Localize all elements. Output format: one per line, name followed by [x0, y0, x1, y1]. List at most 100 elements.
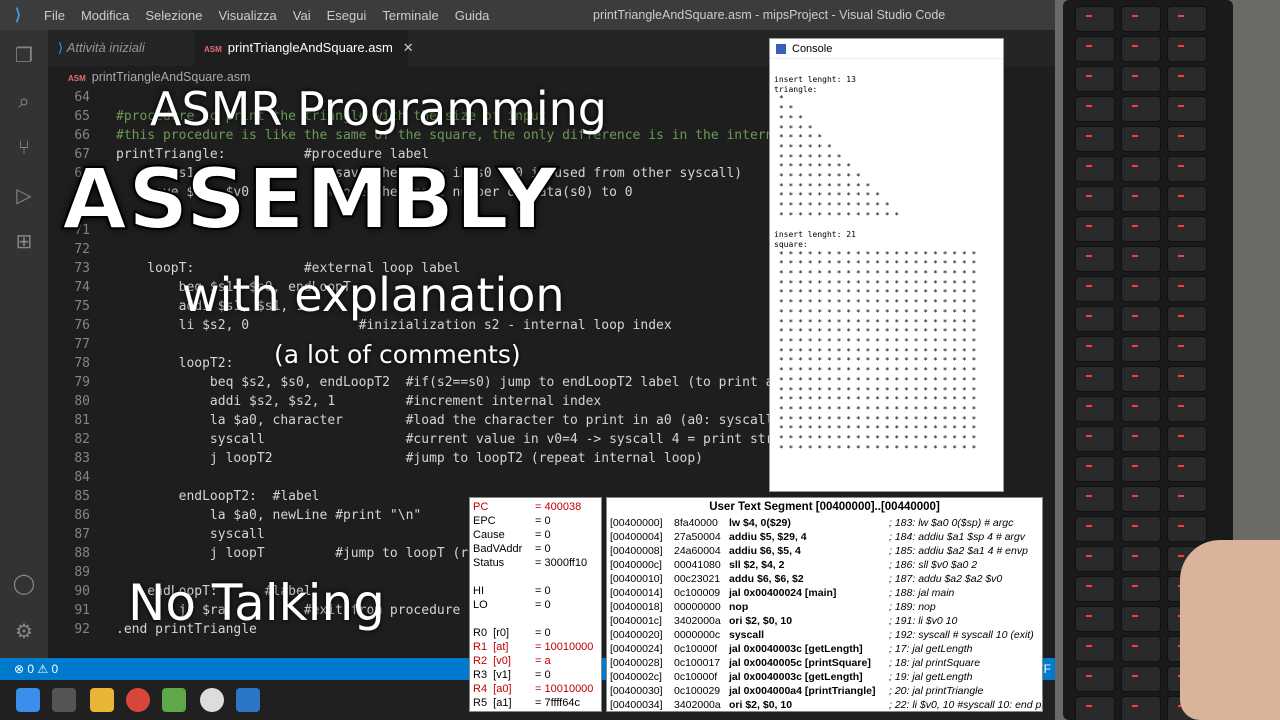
- text-segment-row[interactable]: [0040000c] 00041080 sll $2, $4, 2 ; 186: sl…: [610, 559, 977, 571]
- segment-comment: ; 184: addiu $a1 $sp 4 # argv: [889, 531, 1026, 543]
- problems-indicator[interactable]: ⊗ 0 ⚠ 0: [14, 662, 58, 676]
- register-name: Status: [473, 557, 505, 569]
- code-line[interactable]: addi $s2, $s2, 1 #increment internal ind…: [116, 394, 601, 409]
- extensions-icon[interactable]: ⊞: [12, 230, 36, 254]
- close-tab-icon[interactable]: ✕: [403, 40, 414, 55]
- keyboard-key: [1075, 246, 1115, 272]
- file-explorer-icon[interactable]: [90, 688, 114, 712]
- keyboard-key: [1167, 426, 1207, 452]
- segment-hex: 24a60004: [674, 545, 721, 557]
- text-segment-row[interactable]: [0040001c] 3402000a ori $2, $0, 10 ; 191: l…: [610, 615, 957, 627]
- segment-addr: [00400008]: [610, 545, 663, 557]
- register-row: [473, 613, 535, 625]
- keyboard-key: [1121, 96, 1161, 122]
- segment-hex: 00000000: [674, 601, 721, 613]
- segment-addr: [00400024]: [610, 643, 663, 655]
- key-backlight: [1132, 345, 1138, 347]
- key-backlight: [1132, 615, 1138, 617]
- keyboard-key: [1121, 486, 1161, 512]
- code-line[interactable]: la $a0, character #load the character to…: [116, 413, 774, 428]
- chrome-icon[interactable]: [126, 688, 150, 712]
- tab-attivita-iniziali[interactable]: ⟩ Attività iniziali: [48, 30, 188, 66]
- register-name: Cause: [473, 529, 505, 541]
- key-backlight: [1132, 675, 1138, 677]
- register-name: LO: [473, 599, 488, 611]
- search-icon[interactable]: ⌕: [12, 90, 36, 114]
- key-backlight: [1178, 255, 1184, 257]
- keyboard-key: [1075, 606, 1115, 632]
- menu-selezione[interactable]: Selezione: [137, 8, 210, 23]
- files-icon[interactable]: ❐: [12, 44, 36, 68]
- code-line[interactable]: syscall: [116, 527, 265, 542]
- code-line[interactable]: endLoopT2: #label: [116, 489, 320, 504]
- console-window: Console insert lenght: 13 triangle: * * …: [769, 38, 1004, 492]
- menu-terminale[interactable]: Terminale: [374, 8, 446, 23]
- segment-instr: ori $2, $0, 10: [729, 699, 793, 711]
- keyboard-key: [1167, 6, 1207, 32]
- key-backlight: [1086, 165, 1092, 167]
- code-line[interactable]: j loopT #jump to loopT (re: [116, 546, 476, 561]
- text-segment-row[interactable]: [00400000] 8fa40000 lw $4, 0($29) ; 183: lw…: [610, 517, 1013, 529]
- key-backlight: [1178, 465, 1184, 467]
- code-line[interactable]: j loopT2 #jump to loopT2 (repeat interna…: [116, 451, 703, 466]
- menu-esegui[interactable]: Esegui: [319, 8, 375, 23]
- segment-hex: 3402000a: [674, 699, 721, 711]
- line-number: 84: [74, 470, 90, 485]
- text-segment-row[interactable]: [00400024] 0c10000f jal 0x0040003c [getLen…: [610, 643, 972, 655]
- segment-comment: ; 17: jal getLength: [889, 643, 973, 655]
- settings-gear-icon[interactable]: ⚙: [12, 620, 36, 644]
- menu-modifica[interactable]: Modifica: [73, 8, 137, 23]
- activity-bar: ❐ ⌕ ⑂ ▷ ⊞ ◯ ⚙: [0, 30, 48, 660]
- line-number: 88: [74, 546, 90, 561]
- text-segment-row[interactable]: [0040002c] 0c10000f jal 0x0040003c [getLen…: [610, 671, 972, 683]
- code-line[interactable]: la $a0, newLine #print "\n": [116, 508, 421, 523]
- menu-file[interactable]: File: [36, 8, 73, 23]
- key-backlight: [1086, 45, 1092, 47]
- text-segment-row[interactable]: [00400014] 0c100009 jal 0x00400024 [main];…: [610, 587, 954, 599]
- keyboard-key: [1121, 246, 1161, 272]
- segment-comment: ; 189: nop: [889, 601, 936, 613]
- keyboard-key: [1075, 546, 1115, 572]
- notepad-plus-icon[interactable]: [162, 688, 186, 712]
- register-row: BadVAddr = 0: [473, 543, 551, 555]
- keyboard-key: [1075, 186, 1115, 212]
- keyboard-key: [1121, 66, 1161, 92]
- segment-instr: jal 0x0040003c [getLength]: [729, 643, 863, 655]
- text-segment-row[interactable]: [00400030] 0c100029 jal 0x004000a4 [printT…: [610, 685, 983, 697]
- overlay-explanation: with explanation: [182, 268, 565, 322]
- menu-guida[interactable]: Guida: [447, 8, 498, 23]
- text-segment-row[interactable]: [00400020] 0000000c syscall ; 192: syscall …: [610, 629, 1034, 641]
- menu-vai[interactable]: Vai: [285, 8, 319, 23]
- segment-addr: [00400010]: [610, 573, 663, 585]
- text-segment-row[interactable]: [00400008] 24a60004 addiu $6, $5, 4 ; 185: …: [610, 545, 1028, 557]
- menu-visualizza[interactable]: Visualizza: [210, 8, 284, 23]
- register-row: EPC = 0: [473, 515, 551, 527]
- segment-comment: ; 19: jal getLength: [889, 671, 973, 683]
- line-number: 64: [74, 90, 90, 105]
- segment-comment: ; 20: jal printTriangle: [889, 685, 984, 697]
- key-backlight: [1086, 225, 1092, 227]
- vscode-taskbar-icon[interactable]: [236, 688, 260, 712]
- app-icon[interactable]: [200, 688, 224, 712]
- key-backlight: [1086, 345, 1092, 347]
- source-control-icon[interactable]: ⑂: [12, 136, 36, 160]
- keyboard-key: [1075, 366, 1115, 392]
- segment-comment: ; 22: li $v0, 10 #syscall 10: end progra…: [889, 699, 1042, 711]
- task-view-icon[interactable]: [52, 688, 76, 712]
- keyboard-key: [1075, 126, 1115, 152]
- line-number: 83: [74, 451, 90, 466]
- windows-start-icon[interactable]: [16, 688, 40, 712]
- account-icon[interactable]: ◯: [12, 572, 36, 596]
- text-segment-row[interactable]: [00400018] 00000000 nop ; 189: nop: [610, 601, 936, 613]
- run-debug-icon[interactable]: ▷: [12, 184, 36, 208]
- text-segment-row[interactable]: [00400004] 27a50004 addiu $5, $29, 4 ; 184:…: [610, 531, 1025, 543]
- text-segment-row[interactable]: [00400010] 00c23021 addu $6, $6, $2 ; 187: …: [610, 573, 1002, 585]
- key-backlight: [1132, 315, 1138, 317]
- text-segment-row[interactable]: [00400028] 0c100017 jal 0x0040005c [printS…: [610, 657, 980, 669]
- code-line[interactable]: syscall #current value in v0=4 -> syscal…: [116, 432, 781, 447]
- text-segment-row[interactable]: [00400034] 3402000a ori $2, $0, 10 ; 22: li…: [610, 699, 1042, 711]
- line-number: 77: [74, 337, 90, 352]
- tab-print-triangle-and-square[interactable]: ASM printTriangleAndSquare.asm ✕: [194, 30, 414, 66]
- register-row: R4 [a0] = 10010000: [473, 683, 593, 695]
- code-line[interactable]: loopT2:: [116, 356, 234, 371]
